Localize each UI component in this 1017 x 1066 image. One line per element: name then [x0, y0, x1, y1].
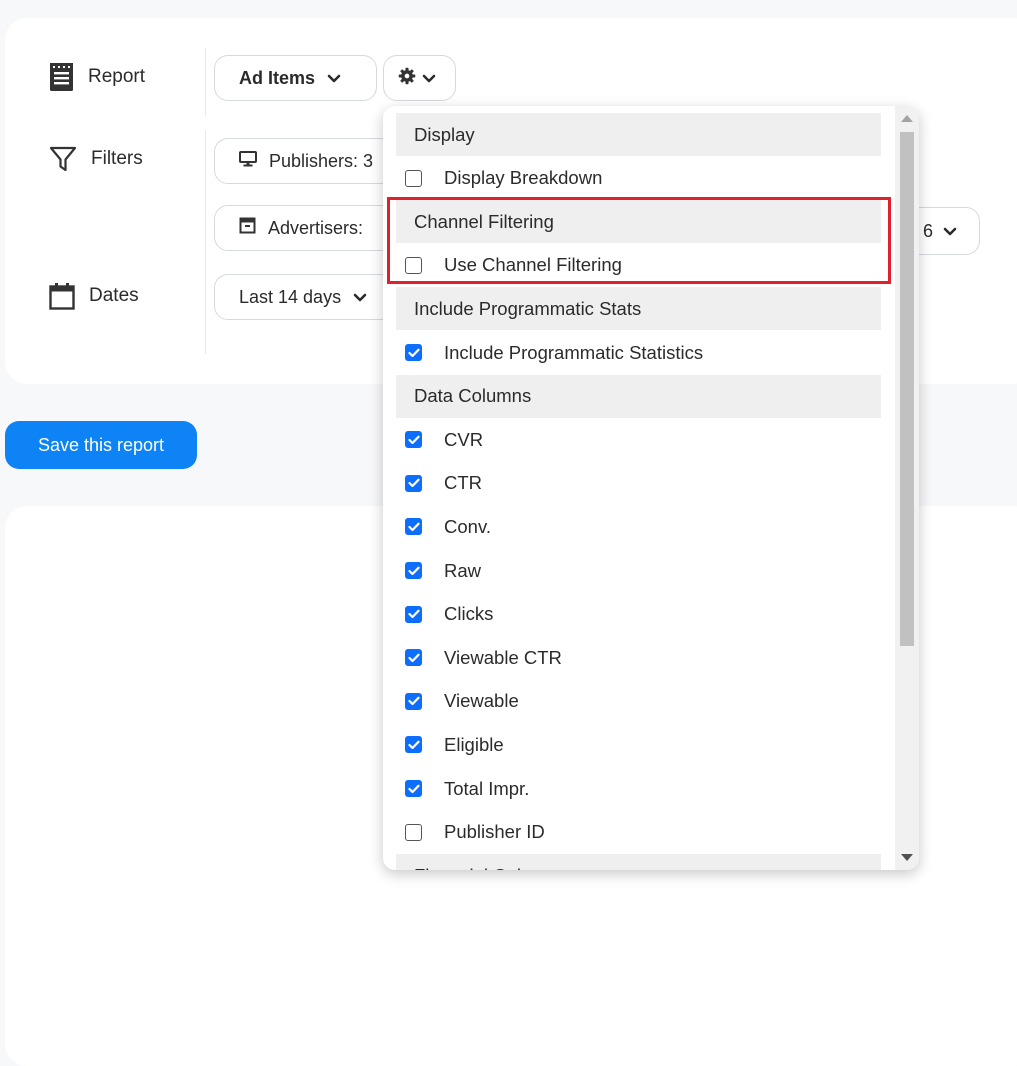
chevron-down-icon — [327, 68, 341, 89]
report-divider — [205, 48, 206, 116]
checkbox-unchecked[interactable] — [405, 256, 422, 274]
option-label: CVR — [444, 428, 484, 450]
report-icon — [49, 62, 74, 92]
checkbox-checked[interactable] — [405, 474, 422, 492]
checkbox-checked[interactable] — [405, 605, 422, 623]
option-label: Eligible — [444, 733, 504, 755]
filter-icon — [49, 145, 77, 173]
dates-row-label: Dates — [49, 282, 139, 310]
option-label: Viewable CTR — [444, 646, 562, 668]
option-item[interactable]: Clicks — [405, 593, 875, 636]
checkbox-checked[interactable] — [405, 562, 422, 579]
option-item[interactable]: Conv. — [405, 505, 875, 548]
section-header: Display — [396, 113, 881, 156]
chevron-down-icon — [353, 287, 367, 308]
option-label: Include Programmatic Statistics — [444, 341, 704, 363]
publishers-filter-label: Publishers: 3 — [269, 150, 374, 171]
option-item[interactable]: Viewable CTR — [405, 636, 875, 679]
option-label: Display Breakdown — [444, 167, 603, 189]
checkbox-checked[interactable] — [405, 518, 422, 536]
chevron-down-icon — [422, 68, 436, 89]
option-label: Publisher ID — [444, 821, 545, 843]
option-item[interactable]: Raw — [405, 549, 875, 592]
filters-row-label: Filters — [49, 145, 143, 173]
option-item[interactable]: CVR — [405, 418, 875, 461]
checkbox-checked[interactable] — [405, 780, 422, 797]
dates-label: Dates — [89, 285, 139, 306]
report-type-value: Ad Items — [239, 67, 316, 88]
scroll-thumb[interactable] — [900, 132, 914, 646]
save-report-button[interactable]: Save this report — [5, 421, 197, 469]
option-label: Clicks — [444, 603, 494, 625]
scroll-down-icon[interactable] — [901, 854, 913, 861]
report-options-dropdown: Display Display Breakdown Channel Filterin… — [383, 106, 919, 870]
monitor-icon — [239, 150, 257, 172]
scroll-up-icon[interactable] — [901, 115, 913, 122]
section-header: Data Columns — [396, 374, 881, 418]
report-type-select[interactable]: Ad Items — [214, 55, 377, 101]
option-item[interactable]: CTR — [405, 462, 875, 505]
option-label: CTR — [444, 472, 483, 494]
report-row-label: Report — [49, 62, 145, 92]
option-label: Raw — [444, 559, 482, 581]
section-header: Include Programmatic Stats — [396, 287, 881, 331]
option-item[interactable]: Viewable — [405, 680, 875, 723]
date-range-value: Last 14 days — [239, 286, 342, 307]
checkbox-unchecked[interactable] — [405, 823, 422, 841]
chevron-down-icon — [943, 221, 957, 242]
option-item[interactable]: Include Programmatic Statistics — [405, 331, 875, 374]
checkbox-unchecked[interactable] — [405, 169, 422, 187]
advertisers-filter[interactable]: Advertisers: — [214, 205, 394, 251]
option-label: Use Channel Filtering — [444, 254, 622, 276]
option-item[interactable]: Display Breakdown — [405, 157, 875, 200]
report-settings-button[interactable] — [383, 55, 456, 101]
checkbox-checked[interactable] — [405, 649, 422, 667]
section-header: Channel Filtering — [396, 200, 881, 244]
option-item[interactable]: Eligible — [405, 723, 875, 766]
section-header: Financial Columns — [396, 854, 881, 870]
gear-icon — [398, 67, 416, 90]
option-label: Viewable — [444, 690, 519, 712]
checkbox-checked[interactable] — [405, 431, 422, 449]
checkbox-checked[interactable] — [405, 736, 422, 754]
option-item[interactable]: Total Impr. — [405, 767, 875, 810]
option-item[interactable]: Publisher ID — [405, 811, 875, 854]
option-label: Conv. — [444, 515, 491, 537]
archive-icon — [239, 217, 256, 239]
date-range-select[interactable]: Last 14 days — [214, 274, 394, 320]
publishers-filter[interactable]: Publishers: 3 — [214, 138, 394, 184]
filters-label: Filters — [91, 148, 143, 169]
dropdown-scrollbar[interactable] — [895, 106, 919, 870]
option-item[interactable]: Use Channel Filtering — [405, 244, 875, 287]
filters-divider — [205, 130, 206, 354]
checkbox-checked[interactable] — [405, 692, 422, 710]
calendar-icon — [49, 282, 75, 310]
report-label: Report — [88, 66, 146, 87]
checkbox-checked[interactable] — [405, 344, 422, 361]
option-label: Total Impr. — [444, 777, 530, 799]
advertisers-count: 6 — [922, 220, 933, 241]
advertisers-filter-label: Advertisers: — [268, 217, 364, 238]
